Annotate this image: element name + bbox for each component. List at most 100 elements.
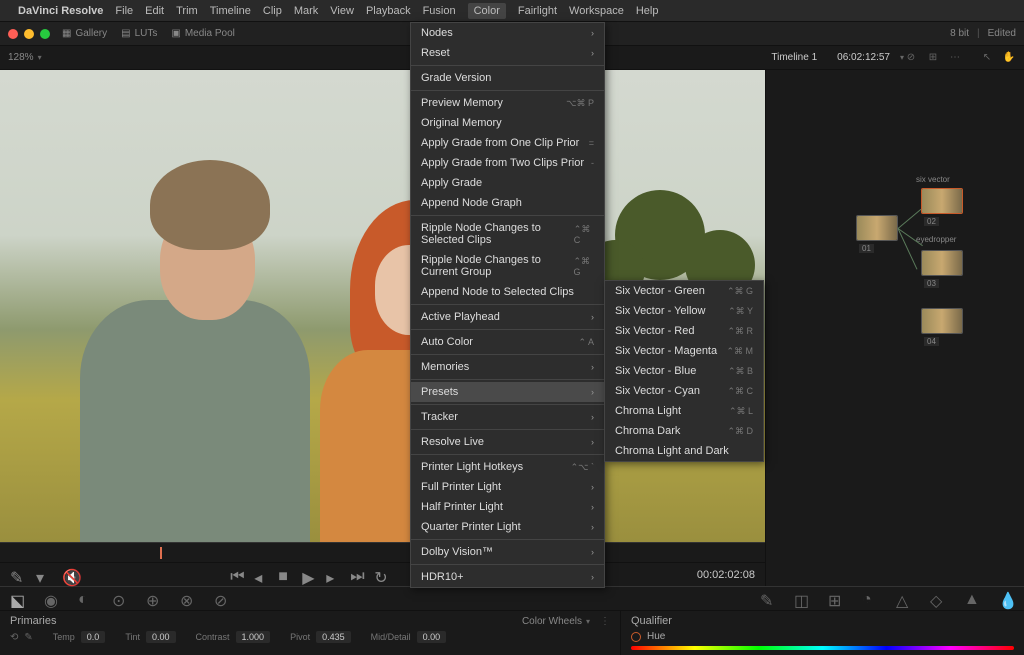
hand-icon[interactable]: ✋ [1002,51,1016,65]
submenu-item[interactable]: Chroma Light⌃⌘ L [605,401,763,421]
menu-item[interactable]: Printer Light Hotkeys⌃⌥ ` [411,457,604,477]
mid-value[interactable]: 0.00 [417,631,447,643]
menu-item[interactable]: Dolby Vision™› [411,542,604,562]
menu-item[interactable]: Append Node Graph [411,193,604,213]
temp-value[interactable]: 0.0 [81,631,106,643]
reset-icon[interactable]: ⟲ [10,632,18,643]
mediapool-button[interactable]: ▣Media Pool [171,28,234,39]
cursor-icon[interactable]: ↖ [980,51,994,65]
node[interactable] [921,250,963,276]
menu-item[interactable]: Apply Grade [411,173,604,193]
blur-icon[interactable]: ◔ [862,591,878,607]
custom-icon[interactable]: ◐ [78,591,94,607]
submenu-item[interactable]: Six Vector - Magenta⌃⌘ M [605,341,763,361]
menu-item[interactable]: Auto Color⌃ A [411,332,604,352]
node[interactable] [921,308,963,334]
submenu-item[interactable]: Chroma Dark⌃⌘ D [605,421,763,441]
play-icon[interactable]: ▶ [302,568,316,582]
loop-icon[interactable]: ↻ [374,568,388,582]
menu-item[interactable]: Active Playhead› [411,307,604,327]
zoom-level[interactable]: 128% [8,52,34,63]
node[interactable] [921,188,963,214]
menu-edit[interactable]: Edit [145,5,164,17]
luts-button[interactable]: ▤LUTs [121,28,157,39]
drop-icon[interactable]: 💧 [998,591,1014,607]
maximize-button[interactable] [40,29,50,39]
more-icon[interactable]: ⋯ [948,51,962,65]
menu-item[interactable]: Tracker› [411,407,604,427]
contrast-value[interactable]: 1.000 [236,631,271,643]
submenu-item[interactable]: Six Vector - Red⌃⌘ R [605,321,763,341]
menu-item[interactable]: Ripple Node Changes to Selected Clips⌃⌘ … [411,218,604,250]
hue-spectrum[interactable] [631,646,1014,650]
curves-icon[interactable]: ⬕ [10,591,26,607]
menu-item[interactable]: Presets› [411,382,604,402]
menu-item[interactable]: Apply Grade from One Clip Prior= [411,133,604,153]
node[interactable] [856,215,898,241]
submenu-item[interactable]: Chroma Light and Dark [605,441,763,461]
auto-icon[interactable]: ✎ [24,632,32,643]
menu-clip[interactable]: Clip [263,5,282,17]
scrubber[interactable] [0,542,765,562]
menu-fairlight[interactable]: Fairlight [518,5,557,17]
submenu-item[interactable]: Six Vector - Green⌃⌘ G [605,281,763,301]
tracker-icon[interactable]: ⊞ [828,591,844,607]
menu-workspace[interactable]: Workspace [569,5,624,17]
stop-icon[interactable]: ■ [278,568,292,582]
menu-item[interactable]: Reset› [411,43,604,63]
minimize-button[interactable] [24,29,34,39]
menu-item[interactable]: Apply Grade from Two Clips Prior- [411,153,604,173]
menu-fusion[interactable]: Fusion [423,5,456,17]
menu-view[interactable]: View [330,5,354,17]
next-frame-icon[interactable]: ▸ [326,568,340,582]
node-editor[interactable]: six vector eyedropper 01 02 03 04 [765,70,1024,586]
wheels-mode[interactable]: Color Wheels [522,616,582,627]
submenu-item[interactable]: Six Vector - Yellow⌃⌘ Y [605,301,763,321]
menu-item[interactable]: Resolve Live› [411,432,604,452]
bypass-icon[interactable]: ⊘ [904,51,918,65]
menu-item[interactable]: Preview Memory⌥⌘ P [411,93,604,113]
vs-icon[interactable]: ⊘ [214,591,230,607]
playhead-marker[interactable] [160,547,162,559]
last-frame-icon[interactable]: ⏭ [350,568,364,582]
submenu-item[interactable]: Six Vector - Blue⌃⌘ B [605,361,763,381]
menu-item[interactable]: Grade Version [411,68,604,88]
menu-item[interactable]: Append Node to Selected Clips [411,282,604,302]
timeline-name[interactable]: Timeline 1 [771,52,817,63]
menu-playback[interactable]: Playback [366,5,411,17]
menu-file[interactable]: File [115,5,133,17]
bars-icon[interactable]: ⊗ [180,591,196,607]
menu-color[interactable]: Color [468,3,506,19]
menu-item[interactable]: Ripple Node Changes to Current Group⌃⌘ G [411,250,604,282]
primaries-icon[interactable]: ⊙ [112,591,128,607]
3d-icon[interactable]: ▲ [964,591,980,607]
menu-item[interactable]: Memories› [411,357,604,377]
menu-help[interactable]: Help [636,5,659,17]
menu-item[interactable]: Quarter Printer Light› [411,517,604,537]
gallery-button[interactable]: ▦Gallery [62,28,107,39]
close-button[interactable] [8,29,18,39]
menu-item[interactable]: Nodes› [411,23,604,43]
timecode-display[interactable]: 06:02:12:57 [837,52,890,63]
window-icon[interactable]: ◫ [794,591,810,607]
menu-trim[interactable]: Trim [176,5,198,17]
sizing-icon[interactable]: ◇ [930,591,946,607]
mute-icon[interactable]: 🔇 [62,568,76,582]
chevron-down-icon[interactable]: ▾ [36,568,50,582]
submenu-item[interactable]: Six Vector - Cyan⌃⌘ C [605,381,763,401]
key-icon[interactable]: △ [896,591,912,607]
log-icon[interactable]: ⊕ [146,591,162,607]
wheels-icon[interactable]: ◉ [44,591,60,607]
grid-icon[interactable]: ⊞ [926,51,940,65]
menu-item[interactable]: HDR10+› [411,567,604,587]
menu-item[interactable]: Half Printer Light› [411,497,604,517]
prev-frame-icon[interactable]: ◂ [254,568,268,582]
menu-timeline[interactable]: Timeline [210,5,251,17]
qualifier-icon[interactable]: ✎ [760,591,776,607]
first-frame-icon[interactable]: ⏮ [230,568,244,582]
menu-mark[interactable]: Mark [294,5,318,17]
tint-value[interactable]: 0.00 [146,631,176,643]
menu-item[interactable]: Full Printer Light› [411,477,604,497]
menu-item[interactable]: Original Memory [411,113,604,133]
hue-radio[interactable] [631,632,641,642]
